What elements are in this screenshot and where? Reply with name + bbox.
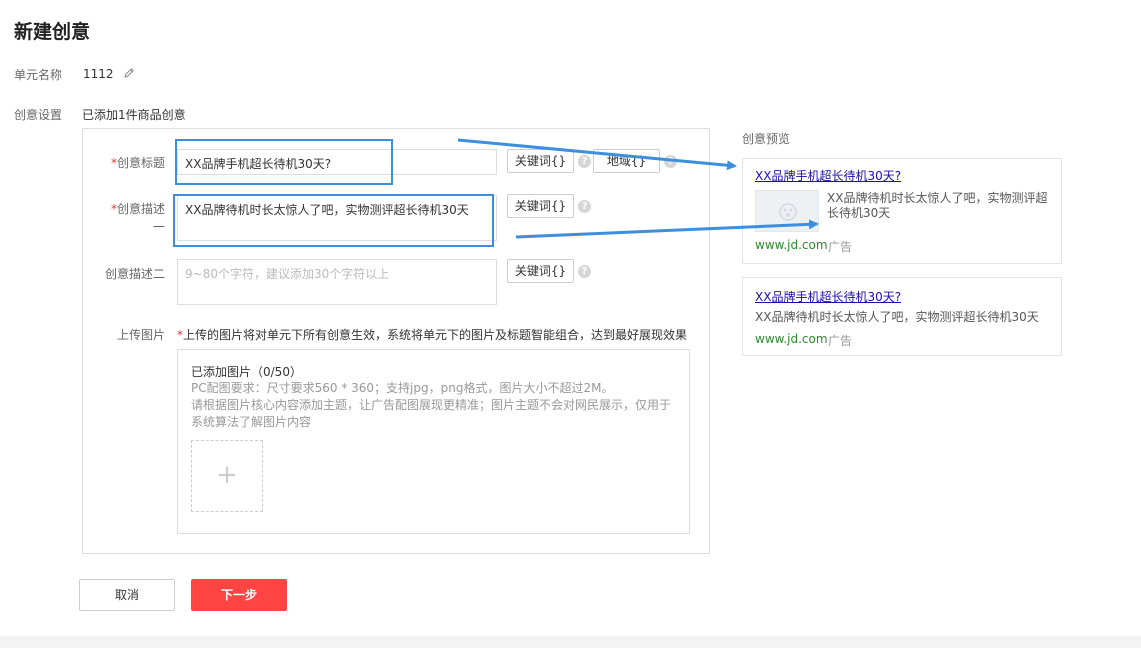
preview-card1-desc: XX品牌待机时长太惊人了吧，实物测评超 长待机30天 (827, 191, 1048, 220)
desc1-highlight-box (173, 194, 494, 247)
help-icon[interactable]: ? (578, 155, 591, 168)
preview-label: 创意预览 (742, 132, 791, 146)
page-title: 新建创意 (14, 21, 91, 43)
next-step-button[interactable]: 下一步 (191, 579, 287, 611)
preview-card2-desc: XX品牌待机时长太惊人了吧，实物测评超长待机30天 (755, 310, 1039, 324)
unit-name-value: 1112 (83, 67, 114, 81)
cancel-button[interactable]: 取消 (79, 579, 175, 611)
image-placeholder-icon (779, 203, 797, 221)
preview-card1-title[interactable]: XX品牌手机超长待机30天? (755, 167, 901, 184)
title-keyword-button[interactable]: 关键词{} (507, 149, 574, 173)
help-icon[interactable]: ? (578, 265, 591, 278)
upload-requirement: PC配图要求：尺寸要求560 * 360；支持jpg，png格式，图片大小不超过… (191, 381, 614, 395)
pencil-icon[interactable] (123, 67, 135, 79)
upload-tip-line2: 系统算法了解图片内容 (191, 415, 312, 429)
desc2-input[interactable]: 9~80个字符，建议添加30个字符以上 (177, 259, 497, 305)
help-icon[interactable]: ? (578, 200, 591, 213)
upload-count: 已添加图片（0/50） (191, 365, 302, 379)
help-icon[interactable]: ? (664, 155, 677, 168)
preview-card1-ad-badge: 广告 (828, 240, 853, 254)
preview-card2-url: www.jd.com (755, 332, 828, 346)
unit-name-label: 单元名称 (14, 68, 63, 82)
add-image-button[interactable]: + (191, 440, 263, 512)
creative-settings-label: 创意设置 (14, 108, 63, 122)
preview-card1-url: www.jd.com (755, 238, 828, 252)
preview-thumbnail (755, 190, 819, 232)
region-button[interactable]: 地域{} (593, 149, 660, 173)
desc2-label: 创意描述二 (104, 267, 165, 281)
title-label: *创意标题 (110, 156, 165, 170)
upload-tip-line1: 请根据图片核心内容添加主题，让广告配图展现更精准；图片主题不会对网民展示，仅用于 (191, 398, 672, 412)
title-highlight-box (175, 139, 393, 185)
upload-label: 上传图片 (116, 328, 165, 342)
upload-notice: *上传的图片将对单元下所有创意生效，系统将单元下的图片及标题智能组合，达到最好展… (177, 328, 688, 342)
creative-summary: 已添加1件商品创意 (82, 108, 186, 122)
desc1-keyword-button[interactable]: 关键词{} (507, 194, 574, 218)
preview-card2-ad-badge: 广告 (828, 334, 853, 348)
desc1-label: *创意描述 一 (110, 202, 165, 234)
footer-bar (0, 636, 1141, 648)
desc2-keyword-button[interactable]: 关键词{} (507, 259, 574, 283)
plus-icon: + (216, 460, 238, 490)
preview-card2-title[interactable]: XX品牌手机超长待机30天? (755, 288, 901, 305)
